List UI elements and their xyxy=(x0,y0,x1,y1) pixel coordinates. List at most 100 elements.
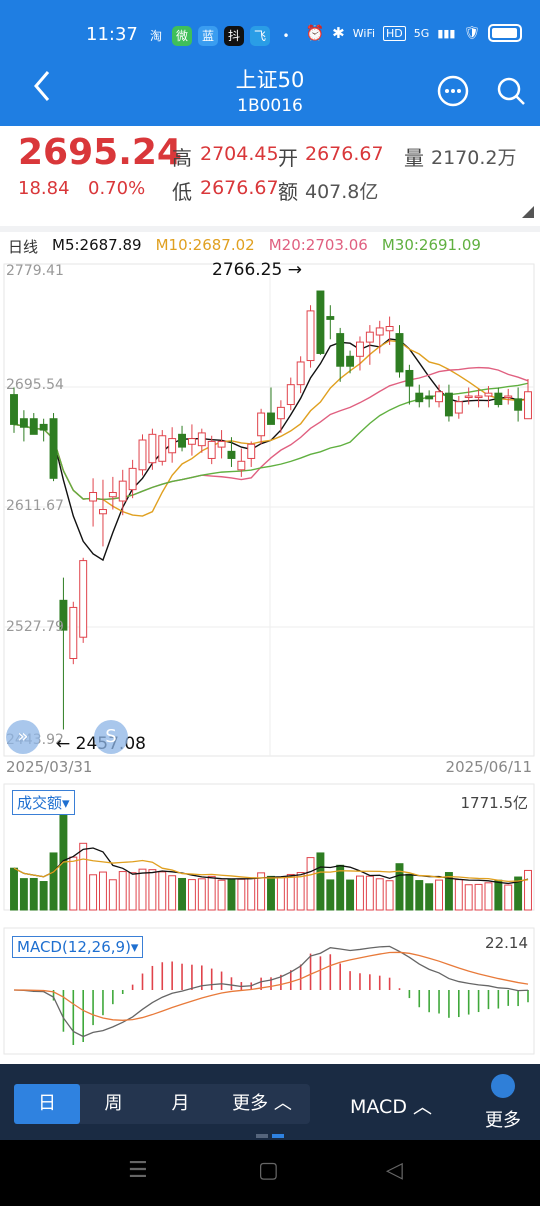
expand-left-button[interactable]: » xyxy=(6,720,40,754)
volume-bar xyxy=(494,879,503,911)
expand-corner-icon[interactable] xyxy=(522,206,534,218)
high-annotation: 2766.25 → xyxy=(212,260,302,280)
ma30-value: M30:2691.09 xyxy=(381,236,481,254)
signal-icon: 5G xyxy=(413,26,430,40)
candle-body xyxy=(247,443,256,459)
more-icon xyxy=(491,1074,515,1098)
volume-label: 量 xyxy=(404,146,424,170)
volume-bar xyxy=(237,878,246,911)
volume-bar xyxy=(504,884,513,911)
price-axis-label: 2695.54 xyxy=(6,377,64,393)
candle-body xyxy=(237,460,246,471)
period-tabs: 日 周 月 更多 ︿ xyxy=(14,1084,310,1124)
menu-icon[interactable]: ☰ xyxy=(128,1158,148,1183)
candle-body xyxy=(168,438,177,454)
candle-body xyxy=(108,491,117,498)
search-icon[interactable] xyxy=(494,74,528,108)
candle-body xyxy=(326,316,335,320)
volume-bar xyxy=(148,869,157,911)
macd-dea-line xyxy=(13,951,529,1021)
volume-bar xyxy=(524,869,532,911)
volume-bar xyxy=(49,852,58,911)
macd-selector[interactable]: MACD(12,26,9)▾ xyxy=(12,936,144,958)
candle-body xyxy=(39,423,48,431)
volume-bar xyxy=(168,875,177,911)
system-icons: ⏰ ✱ WiFi HD 5G ▮▮▮ 🛡 xyxy=(305,24,522,42)
volume-bar xyxy=(29,877,38,911)
home-icon[interactable]: ▢ xyxy=(258,1158,279,1183)
candle-body xyxy=(148,433,157,464)
tab-week[interactable]: 周 xyxy=(80,1084,147,1124)
candle-body xyxy=(178,433,186,448)
volume-bar xyxy=(247,877,256,911)
back-icon[interactable]: ◁ xyxy=(386,1158,403,1183)
volume-bar xyxy=(187,879,196,911)
hd-icon: HD xyxy=(383,25,406,41)
candle-body xyxy=(435,391,443,403)
candle-body xyxy=(19,418,28,428)
tab-more[interactable]: 更多 ︿ xyxy=(214,1084,310,1124)
volume-bar xyxy=(39,881,48,911)
candle-body xyxy=(29,418,38,435)
candle-body xyxy=(336,333,345,367)
status-time: 11:37 xyxy=(86,24,138,45)
price-axis-label: 2779.41 xyxy=(6,263,64,279)
indicator-selector[interactable]: MACD ︿ xyxy=(350,1092,432,1119)
volume-bar xyxy=(316,852,325,911)
app-header: 上证50 1B0016 xyxy=(0,62,540,126)
volume-bar xyxy=(336,864,345,911)
chat-icon[interactable] xyxy=(436,74,470,108)
amount-value: 407.8亿 xyxy=(305,181,379,203)
candle-body xyxy=(346,355,355,367)
macd-current-value: 22.14 xyxy=(485,934,528,952)
tab-month[interactable]: 月 xyxy=(147,1084,214,1124)
price-change: 18.84 xyxy=(18,178,70,199)
signal-bars-icon: ▮▮▮ xyxy=(437,26,456,40)
volume-bar xyxy=(435,879,443,911)
volume-bar xyxy=(365,875,374,911)
candle-body xyxy=(217,440,226,448)
bluetooth-icon: ✱ xyxy=(332,24,345,42)
tab-day[interactable]: 日 xyxy=(14,1084,80,1124)
candle-body xyxy=(444,392,453,417)
app-icon: 蓝 xyxy=(198,26,218,46)
price-grid-frame xyxy=(3,263,535,757)
candle-body xyxy=(484,392,493,397)
ma10-line xyxy=(13,339,529,517)
volume-bar xyxy=(227,878,236,911)
volume-bar xyxy=(197,878,206,911)
candle-body xyxy=(10,394,18,425)
candle-body xyxy=(425,395,434,400)
candle-body xyxy=(365,331,374,343)
volume-selector[interactable]: 成交额▾ xyxy=(12,790,75,815)
candle-body xyxy=(514,398,523,411)
price-axis-label: 2611.67 xyxy=(6,498,64,514)
ma5-line xyxy=(13,338,529,562)
amount-label: 额 xyxy=(278,180,298,204)
dot-icon: • xyxy=(282,29,290,43)
volume-bar xyxy=(79,842,88,911)
volume-bar xyxy=(217,879,226,911)
candle-body xyxy=(128,467,137,491)
candle-body xyxy=(405,369,414,387)
candle-body xyxy=(395,333,404,373)
start-date: 2025/03/31 xyxy=(6,758,93,776)
volume-bar xyxy=(454,879,463,911)
candle-body xyxy=(197,432,206,447)
candle-body xyxy=(375,327,384,336)
volume-bar xyxy=(326,879,335,911)
volume-bar xyxy=(484,882,493,911)
candle-body xyxy=(227,450,236,459)
period-label[interactable]: 日线 xyxy=(8,236,38,257)
volume-current-value: 1771.5亿 xyxy=(460,794,529,812)
candle-body xyxy=(99,509,107,515)
ma-legend: 日线 M5:2687.89 M10:2687.02 M20:2703.06 M3… xyxy=(8,236,481,257)
more-label: 更多 xyxy=(485,1110,521,1131)
candle-body xyxy=(89,491,98,502)
volume-bar xyxy=(306,857,315,911)
candle-body xyxy=(286,384,295,406)
more-button[interactable]: 更多 xyxy=(480,1074,526,1132)
overlay-button[interactable]: S xyxy=(94,720,128,754)
candle-body xyxy=(494,392,503,406)
candle-body xyxy=(138,439,147,471)
